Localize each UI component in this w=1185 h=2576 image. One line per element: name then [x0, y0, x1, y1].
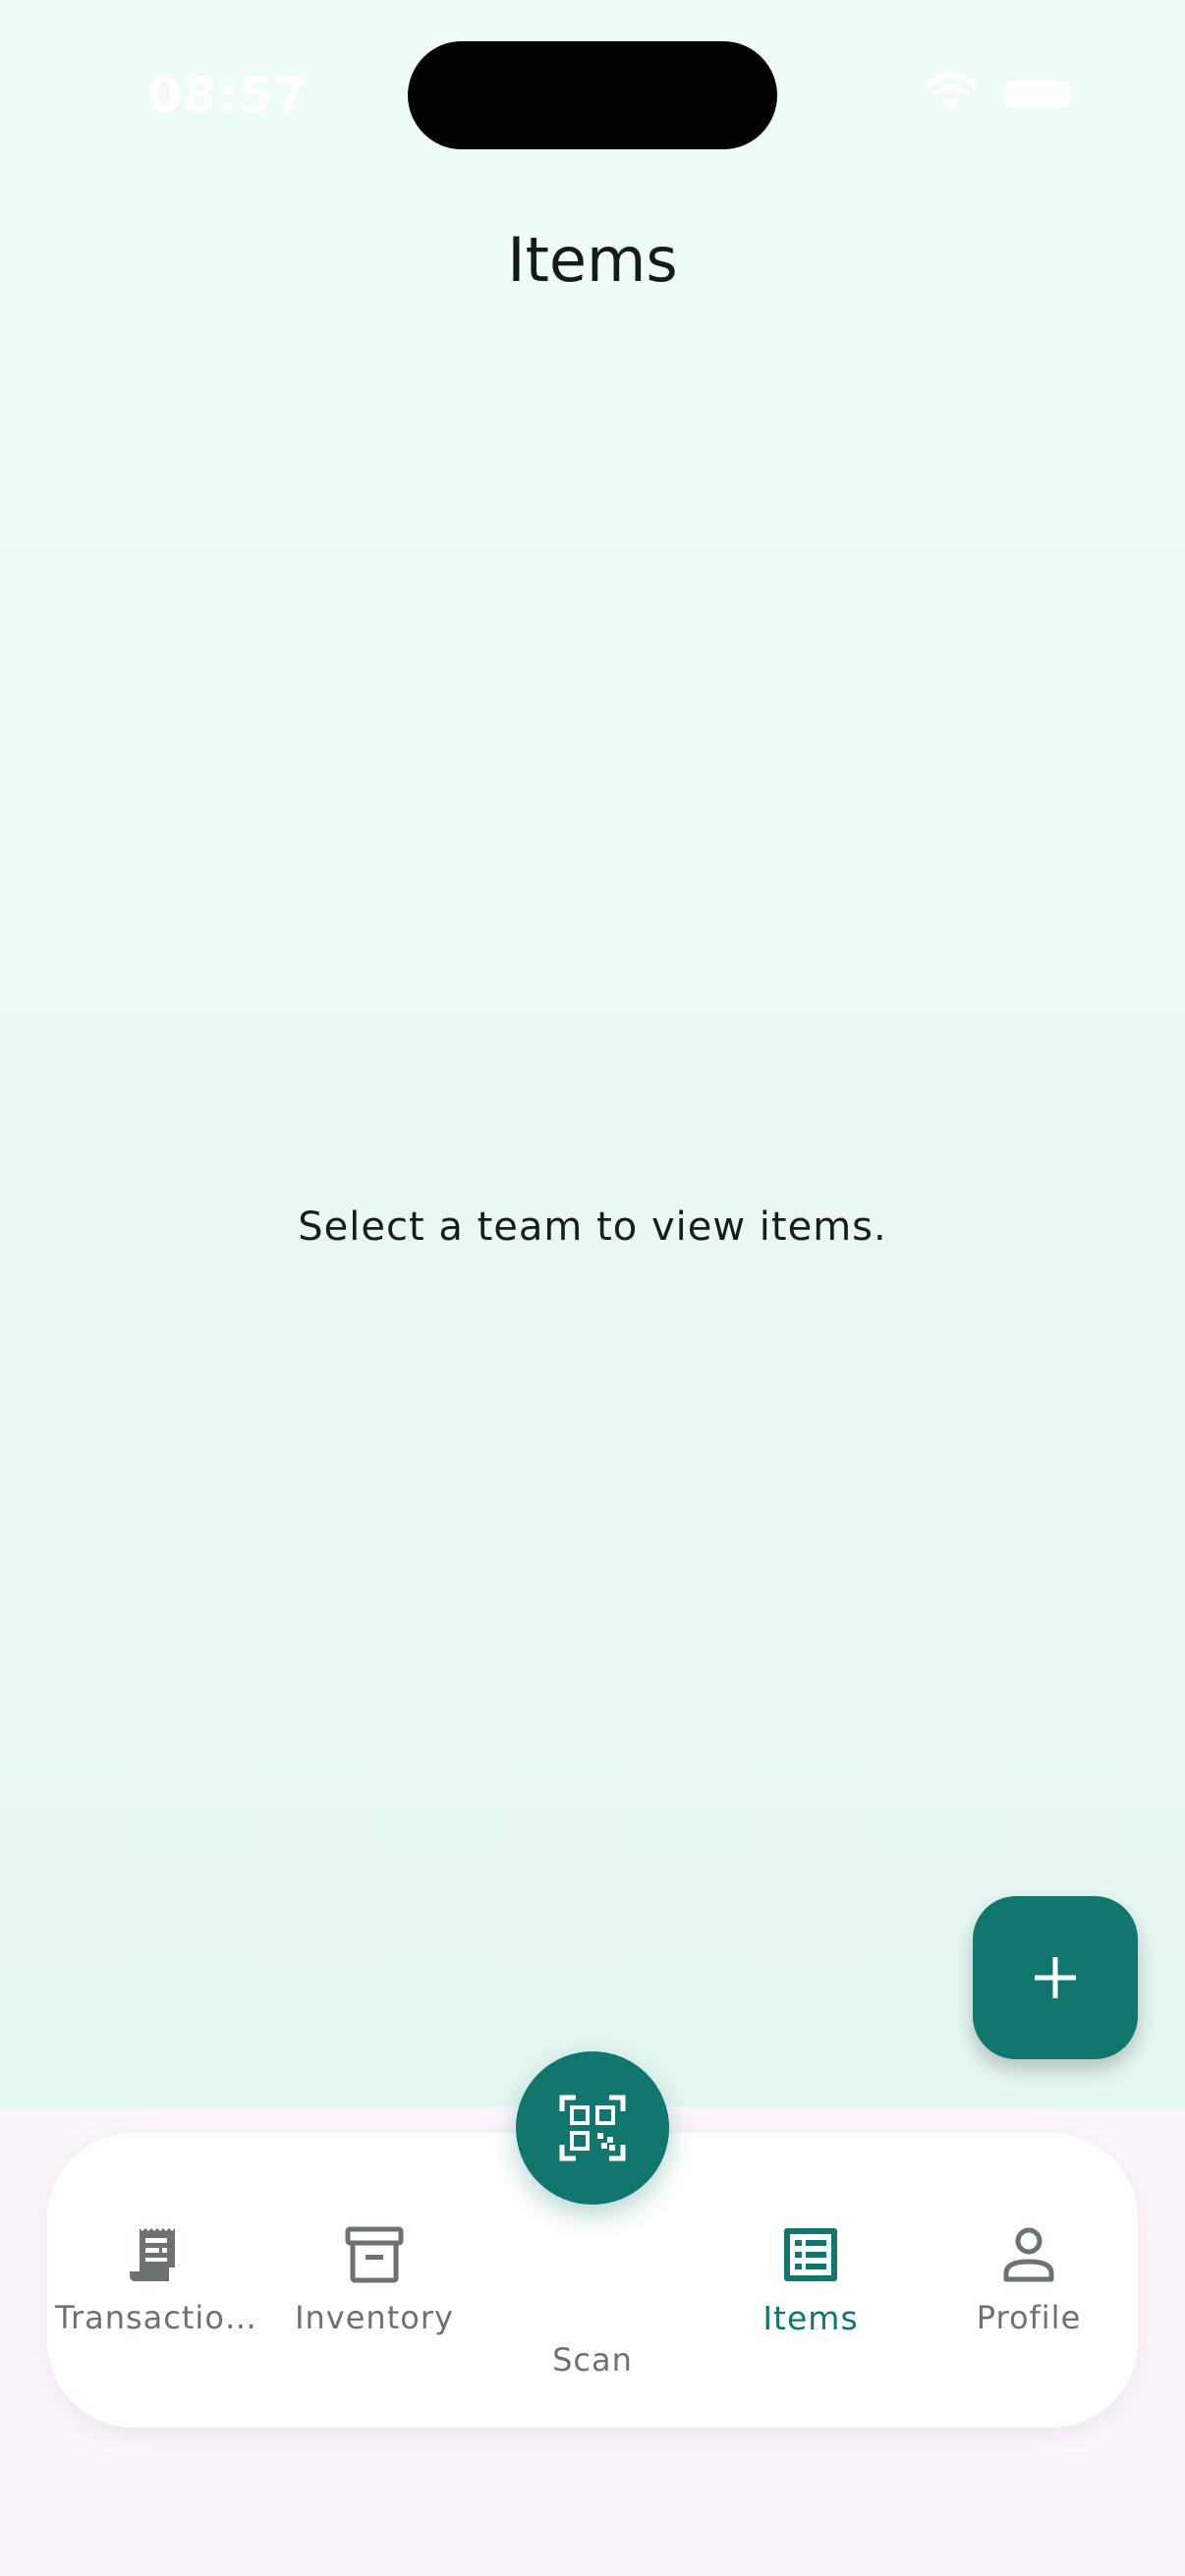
wifi-icon — [926, 73, 977, 110]
nav-item-items[interactable]: Items — [702, 2133, 920, 2428]
nav-label-inventory: Inventory — [295, 2299, 454, 2336]
nav-label-scan: Scan — [552, 2341, 633, 2379]
add-item-button[interactable] — [973, 1896, 1138, 2059]
nav-label-items: Items — [762, 2299, 859, 2337]
nav-item-inventory[interactable]: Inventory — [265, 2133, 483, 2428]
scan-button[interactable] — [516, 2051, 669, 2205]
nav-label-profile: Profile — [976, 2299, 1082, 2336]
nav-item-transactions[interactable]: Transactio… — [47, 2133, 265, 2428]
receipt-icon — [130, 2228, 175, 2281]
person-icon — [1003, 2227, 1054, 2282]
battery-icon — [1004, 81, 1071, 108]
page-title: Items — [507, 224, 678, 296]
nav-item-scan[interactable]: Scan — [483, 2051, 702, 2428]
empty-state-message: Select a team to view items. — [298, 1204, 887, 1250]
status-time: 08:57 — [147, 67, 310, 124]
app-screen: 08:57 Items Select a team to view items. — [0, 0, 1185, 2107]
plus-icon — [1035, 1957, 1076, 1998]
bottom-navigation: Transactio… Inventory Scan Items Profile — [47, 2051, 1138, 2428]
archive-box-icon — [345, 2226, 404, 2283]
qr-code-scan-icon — [559, 2095, 626, 2161]
list-alt-icon — [784, 2228, 837, 2281]
nav-item-profile[interactable]: Profile — [920, 2133, 1138, 2428]
nav-label-transactions: Transactio… — [55, 2299, 257, 2336]
dynamic-island — [408, 41, 777, 149]
